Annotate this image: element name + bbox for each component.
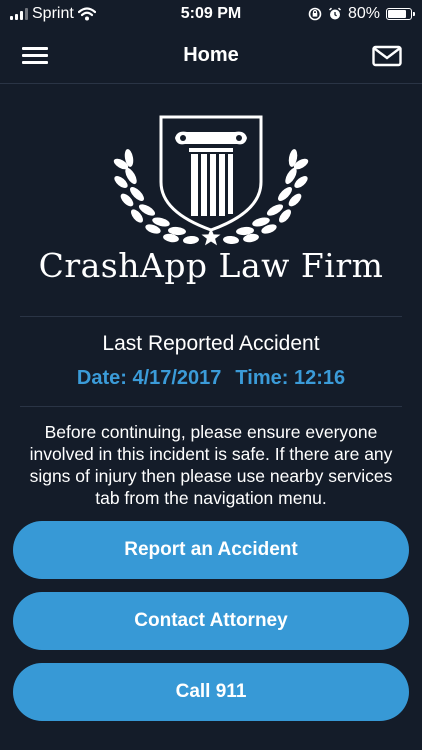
mail-icon[interactable] (372, 44, 402, 68)
divider-bottom (20, 406, 402, 407)
last-accident-heading: Last Reported Accident (102, 332, 320, 355)
contact-attorney-button[interactable]: Contact Attorney (13, 592, 409, 650)
status-right: 80% (308, 5, 415, 23)
report-accident-button[interactable]: Report an Accident (13, 521, 409, 579)
home-screen: Sprint 5:09 PM 80% Home CrashApp Law Fir… (0, 0, 422, 750)
orientation-lock-icon (308, 7, 322, 21)
accident-date: Date: 4/17/2017 (76, 367, 222, 389)
divider-top (20, 316, 402, 317)
nav-bar: Home (0, 30, 422, 84)
firm-logo (113, 115, 309, 246)
page-title: Home (183, 44, 239, 66)
safety-notice: Before continuing, please ensure everyon… (29, 422, 393, 508)
battery-percent: 80% (347, 5, 380, 22)
battery-fill (388, 10, 406, 18)
battery-icon (386, 8, 415, 20)
alarm-icon (328, 7, 341, 20)
accident-time: Time: 12:16 (235, 367, 346, 389)
call-911-button[interactable]: Call 911 (13, 663, 409, 721)
firm-name: CrashApp Law Firm (38, 246, 384, 285)
last-accident-datetime: Date: 4/17/2017 Time: 12:16 (0, 367, 422, 390)
status-bar: Sprint 5:09 PM 80% (0, 0, 422, 30)
